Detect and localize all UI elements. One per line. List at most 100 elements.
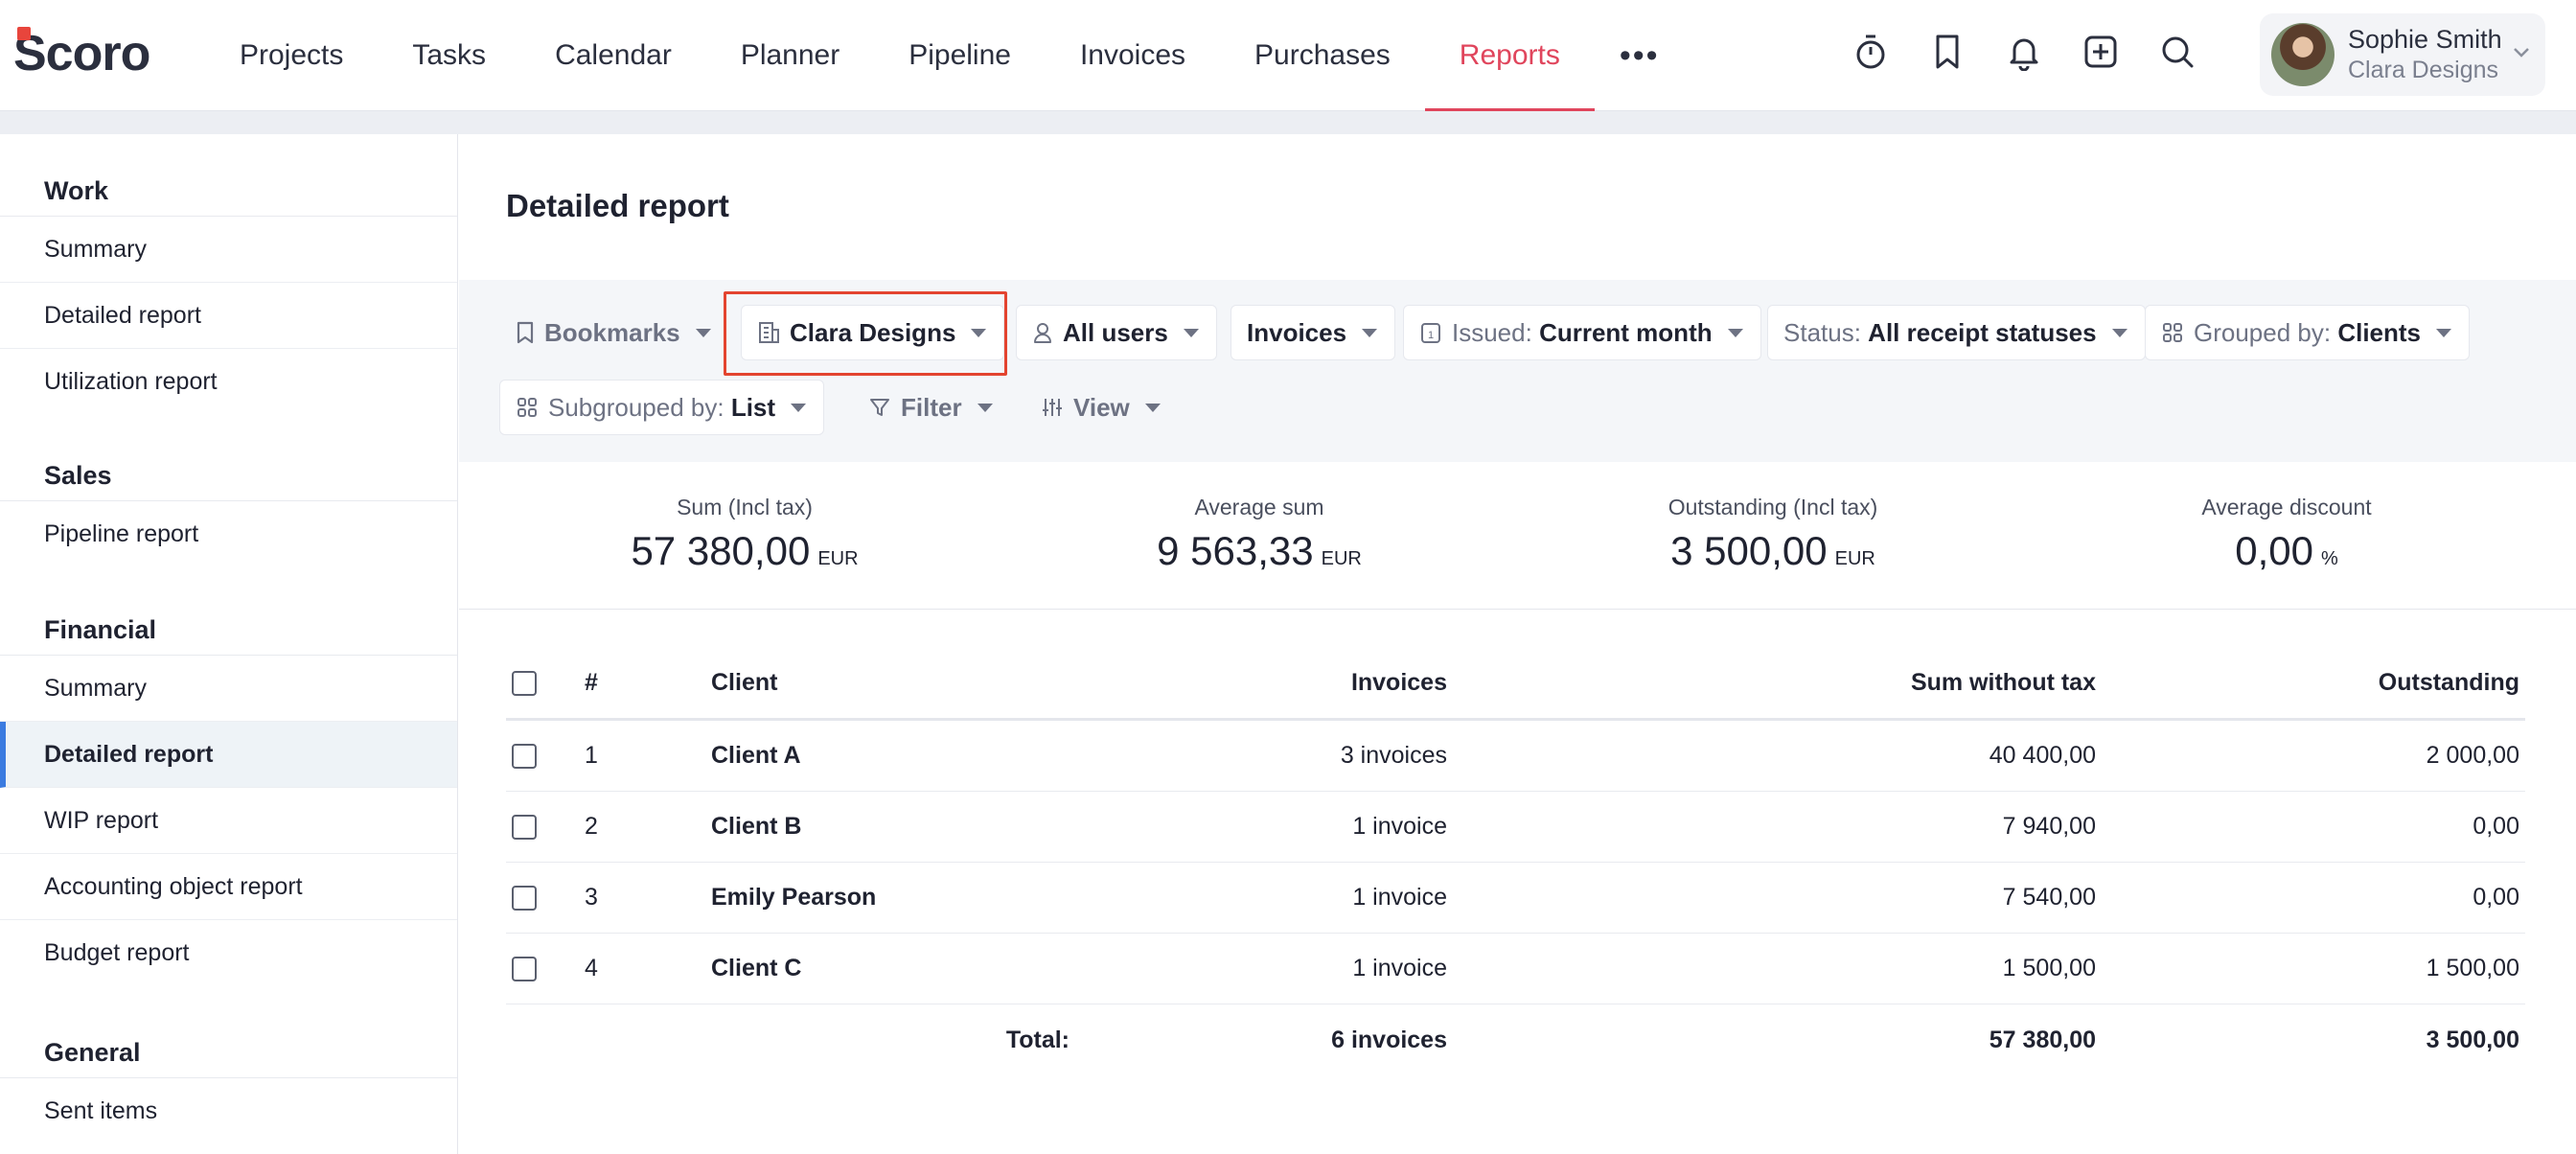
sidebar-item-work-summary[interactable]: Summary: [0, 217, 457, 283]
summary-stats: Sum (Incl tax) 57 380,00 EUR Average sum …: [459, 462, 2576, 610]
sidebar-item-utilization-report[interactable]: Utilization report: [0, 349, 457, 415]
sidebar-item-financial-summary[interactable]: Summary: [0, 656, 457, 722]
view-dropdown[interactable]: View: [1024, 380, 1179, 435]
invoice-count[interactable]: 1 invoice: [1352, 934, 1447, 1004]
sidebar-section-general: General: [0, 986, 457, 1078]
nav-invoices[interactable]: Invoices: [1046, 0, 1220, 111]
user-icon: [1032, 320, 1053, 345]
client-name[interactable]: Client C: [711, 934, 801, 1004]
caret-down-icon: [1362, 328, 1378, 337]
caret-down-icon: [1144, 403, 1161, 412]
column-header-client[interactable]: Client: [711, 648, 777, 718]
report-table: # Client Invoices Sum without tax Outsta…: [506, 648, 2525, 1075]
caret-down-icon: [2111, 328, 2128, 337]
caret-down-icon: [971, 328, 987, 337]
subgrouped-by-dropdown[interactable]: Subgrouped by: List: [499, 380, 825, 435]
filter-icon: [868, 396, 891, 419]
building-icon: [757, 320, 780, 345]
row-checkbox[interactable]: [512, 956, 537, 981]
bookmarks-dropdown[interactable]: Bookmarks: [499, 305, 729, 360]
document-type-dropdown[interactable]: Invoices: [1230, 305, 1396, 360]
sidebar-item-wip-report[interactable]: WIP report: [0, 788, 457, 854]
caret-down-icon: [1727, 328, 1743, 337]
user-name: Sophie Smith: [2348, 24, 2502, 54]
nav-pipeline[interactable]: Pipeline: [874, 0, 1046, 111]
nav-tasks[interactable]: Tasks: [378, 0, 520, 111]
column-header-outstanding[interactable]: Outstanding: [2379, 648, 2519, 718]
table-total-row: Total: 6 invoices 57 380,00 3 500,00: [506, 1004, 2525, 1075]
sum-without-tax: 40 400,00: [1989, 742, 2096, 769]
sidebar-item-pipeline-report[interactable]: Pipeline report: [0, 501, 457, 567]
invoice-count[interactable]: 1 invoice: [1352, 792, 1447, 862]
users-dropdown[interactable]: All users: [1016, 305, 1217, 360]
sidebar-section-financial: Financial: [0, 567, 457, 656]
select-all-checkbox[interactable]: [512, 670, 537, 696]
total-invoices: 6 invoices: [1331, 1026, 1447, 1053]
column-header-sum[interactable]: Sum without tax: [1911, 648, 2096, 718]
nav-calendar[interactable]: Calendar: [520, 0, 706, 111]
sidebar-item-accounting-object-report[interactable]: Accounting object report: [0, 854, 457, 920]
caret-down-icon: [977, 403, 993, 412]
table-row: 4 Client C 1 invoice 1 500,00 1 500,00: [506, 934, 2525, 1004]
main-nav: Projects Tasks Calendar Planner Pipeline…: [205, 0, 1685, 111]
sidebar-item-sent-items[interactable]: Sent items: [0, 1078, 457, 1144]
stat-outstanding: Outstanding (Incl tax) 3 500,00 EUR: [1668, 495, 1878, 573]
nav-purchases[interactable]: Purchases: [1220, 0, 1425, 111]
sidebar-section-sales: Sales: [0, 415, 457, 501]
row-number: 2: [585, 813, 598, 840]
caret-down-icon: [2436, 328, 2452, 337]
nav-planner[interactable]: Planner: [706, 0, 874, 111]
user-menu[interactable]: Sophie Smith Clara Designs: [2260, 13, 2545, 96]
sidebar: Work Summary Detailed report Utilization…: [0, 134, 458, 1154]
more-menu-icon[interactable]: •••: [1595, 0, 1685, 111]
row-checkbox[interactable]: [512, 885, 537, 911]
subheader-strip: [0, 111, 2576, 134]
caret-down-icon: [1183, 328, 1199, 337]
grid-icon: [516, 396, 539, 419]
outstanding-amount: 0,00: [2472, 884, 2519, 911]
filter-bar: Bookmarks Clara Designs All users Invoic…: [459, 280, 2576, 462]
column-header-num[interactable]: #: [585, 648, 598, 718]
column-header-invoices[interactable]: Invoices: [1351, 648, 1447, 718]
client-name[interactable]: Emily Pearson: [711, 863, 876, 933]
top-bar: Scoro Projects Tasks Calendar Planner Pi…: [0, 0, 2576, 111]
grid-icon: [2161, 321, 2184, 344]
invoice-count[interactable]: 3 invoices: [1341, 721, 1447, 791]
search-icon[interactable]: [2158, 29, 2196, 75]
table-row: 2 Client B 1 invoice 7 940,00 0,00: [506, 792, 2525, 863]
invoice-count[interactable]: 1 invoice: [1352, 863, 1447, 933]
main-content: Detailed report Bookmarks Clara Designs …: [459, 134, 2576, 1154]
add-icon[interactable]: [2082, 29, 2120, 75]
outstanding-amount: 2 000,00: [2426, 742, 2519, 769]
sliders-icon: [1041, 396, 1064, 419]
grouped-by-dropdown[interactable]: Grouped by: Clients: [2145, 305, 2471, 360]
nav-reports[interactable]: Reports: [1424, 0, 1595, 111]
issued-date-dropdown[interactable]: 1 Issued: Current month: [1403, 305, 1761, 360]
calendar-icon: 1: [1419, 320, 1442, 345]
status-dropdown[interactable]: Status: All receipt statuses: [1767, 305, 2146, 360]
company-dropdown[interactable]: Clara Designs: [741, 305, 1005, 360]
sum-without-tax: 1 500,00: [2002, 955, 2096, 981]
sum-without-tax: 7 540,00: [2002, 884, 2096, 911]
client-name[interactable]: Client A: [711, 721, 801, 791]
caret-down-icon: [791, 403, 807, 412]
filter-dropdown[interactable]: Filter: [852, 380, 1011, 435]
scoro-logo[interactable]: Scoro: [13, 26, 150, 81]
row-checkbox[interactable]: [512, 814, 537, 840]
sidebar-item-work-detailed-report[interactable]: Detailed report: [0, 283, 457, 349]
row-number: 3: [585, 884, 598, 911]
bell-icon[interactable]: [2005, 29, 2043, 75]
sidebar-item-budget-report[interactable]: Budget report: [0, 920, 457, 986]
timer-icon[interactable]: [1852, 29, 1890, 75]
sidebar-item-financial-detailed-report[interactable]: Detailed report: [0, 722, 457, 788]
chevron-down-icon: [2513, 46, 2530, 63]
bookmark-icon[interactable]: [1928, 29, 1966, 75]
client-name[interactable]: Client B: [711, 792, 801, 862]
outstanding-amount: 0,00: [2472, 813, 2519, 840]
row-number: 1: [585, 742, 598, 769]
total-sum: 57 380,00: [1989, 1026, 2096, 1053]
user-org: Clara Designs: [2348, 57, 2499, 84]
nav-projects[interactable]: Projects: [205, 0, 378, 111]
row-checkbox[interactable]: [512, 743, 537, 769]
sidebar-section-work: Work: [0, 134, 457, 217]
